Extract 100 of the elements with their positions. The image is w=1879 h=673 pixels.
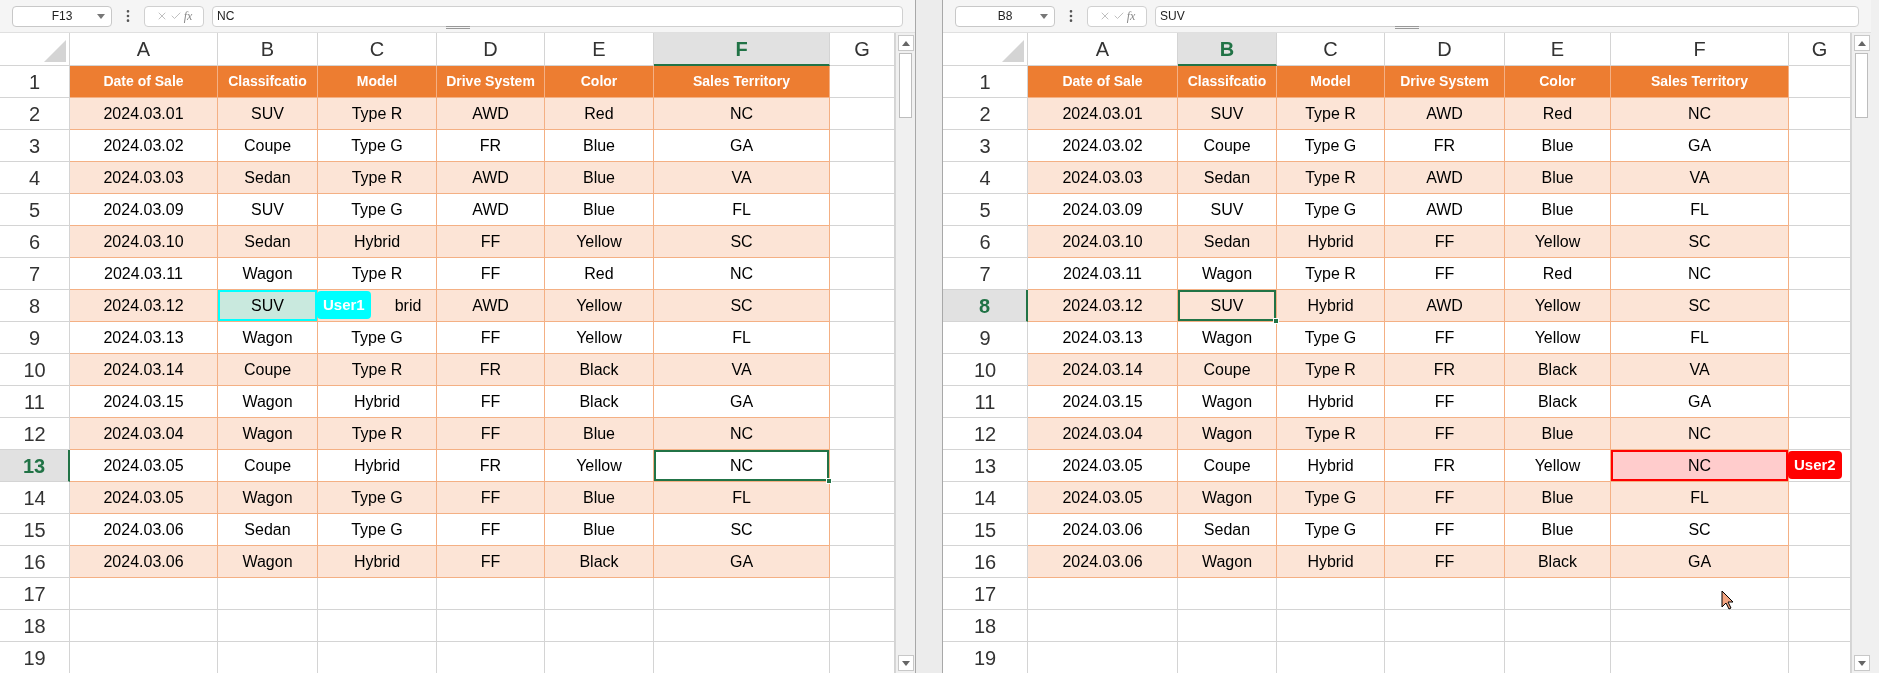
row-header[interactable]: 11 [943, 386, 1028, 418]
table-cell[interactable]: Hybrid [1277, 226, 1384, 257]
caret-icon[interactable] [97, 13, 105, 19]
table-cell[interactable]: Type G [1277, 482, 1384, 513]
name-box[interactable]: F13 [12, 5, 112, 27]
table-cell[interactable]: Hybrid [318, 386, 436, 417]
table-cell[interactable]: NC [1611, 418, 1788, 449]
table-cell[interactable]: 2024.03.05 [1028, 482, 1177, 513]
row-header[interactable]: 2 [0, 98, 70, 130]
check-icon[interactable] [1112, 10, 1125, 22]
table-cell[interactable]: GA [654, 386, 829, 417]
table-cell[interactable]: Hybrid [1277, 290, 1384, 321]
table-cell[interactable]: FF [437, 482, 544, 513]
table-cell[interactable]: Red [545, 98, 653, 129]
table-cell[interactable]: 2024.03.13 [70, 322, 217, 353]
table-cell[interactable]: Type R [318, 418, 436, 449]
table-cell[interactable]: Type R [1277, 354, 1384, 385]
table-cell[interactable]: FR [1385, 450, 1504, 481]
table-cell[interactable]: Type R [1277, 258, 1384, 289]
row-header[interactable]: 15 [0, 514, 70, 546]
table-cell[interactable]: SC [654, 514, 829, 545]
table-cell[interactable]: Blue [1505, 194, 1610, 225]
table-cell[interactable]: AWD [1385, 98, 1504, 129]
fill-handle[interactable] [1273, 318, 1279, 324]
row-header[interactable]: 8 [0, 290, 70, 322]
table-cell[interactable]: Wagon [218, 386, 317, 417]
table-cell[interactable]: Black [1505, 546, 1610, 577]
table-cell[interactable]: Hybrid [318, 450, 436, 481]
row-header[interactable]: 14 [0, 482, 70, 514]
table-cell[interactable]: Coupe [218, 130, 317, 161]
table-cell[interactable]: Wagon [218, 258, 317, 289]
scroll-up-button[interactable] [1853, 35, 1870, 51]
table-cell[interactable]: FF [437, 418, 544, 449]
table-cell[interactable]: Type G [318, 194, 436, 225]
table-cell[interactable]: FR [437, 450, 544, 481]
table-cell[interactable]: brid [380, 290, 436, 321]
table-cell[interactable]: Black [1505, 354, 1610, 385]
table-cell[interactable]: Blue [1505, 162, 1610, 193]
table-cell[interactable]: Coupe [1178, 450, 1276, 481]
scroll-down-button[interactable] [1853, 655, 1870, 671]
table-cell[interactable]: Red [545, 258, 653, 289]
table-cell[interactable]: 2024.03.04 [1028, 418, 1177, 449]
caret-icon[interactable] [1040, 13, 1048, 19]
table-cell[interactable]: GA [1611, 546, 1788, 577]
check-icon[interactable] [169, 10, 182, 22]
table-cell[interactable]: Type R [1277, 162, 1384, 193]
table-cell[interactable]: 2024.03.05 [70, 482, 217, 513]
row-header[interactable]: 7 [0, 258, 70, 290]
formula-field[interactable]: SUV [1155, 5, 1859, 27]
table-cell[interactable]: FL [1611, 482, 1788, 513]
row-header[interactable]: 16 [943, 546, 1028, 578]
row-header[interactable]: 16 [0, 546, 70, 578]
table-cell[interactable]: Yellow [545, 290, 653, 321]
table-cell[interactable]: Blue [1505, 514, 1610, 545]
table-cell[interactable]: 2024.03.14 [1028, 354, 1177, 385]
table-cell[interactable]: 2024.03.06 [1028, 514, 1177, 545]
table-cell[interactable]: Black [1505, 386, 1610, 417]
table-cell[interactable]: Blue [1505, 418, 1610, 449]
fill-handle[interactable] [826, 478, 832, 484]
table-cell[interactable]: Black [545, 386, 653, 417]
resize-grip-icon[interactable] [1395, 26, 1419, 29]
row-header[interactable]: 10 [0, 354, 70, 386]
table-cell[interactable]: 2024.03.03 [1028, 162, 1177, 193]
table-cell[interactable]: 2024.03.04 [70, 418, 217, 449]
row-header[interactable]: 12 [0, 418, 70, 450]
row-header[interactable]: 1 [0, 66, 70, 98]
table-cell[interactable]: Blue [545, 418, 653, 449]
table-cell[interactable]: Type G [1277, 322, 1384, 353]
table-cell[interactable]: 2024.03.10 [70, 226, 217, 257]
table-cell[interactable]: AWD [1385, 194, 1504, 225]
row-header[interactable]: 18 [0, 610, 70, 642]
table-cell[interactable]: GA [654, 130, 829, 161]
table-cell[interactable]: Sedan [1178, 162, 1276, 193]
table-cell[interactable]: Blue [545, 162, 653, 193]
table-cell[interactable]: FF [437, 226, 544, 257]
table-cell[interactable]: Coupe [218, 354, 317, 385]
row-header[interactable]: 9 [0, 322, 70, 354]
table-cell[interactable]: 2024.03.02 [70, 130, 217, 161]
table-cell[interactable]: Blue [545, 130, 653, 161]
table-cell[interactable]: Wagon [218, 322, 317, 353]
table-cell[interactable]: Type R [1277, 418, 1384, 449]
table-cell[interactable]: Yellow [545, 450, 653, 481]
row-header[interactable]: 7 [943, 258, 1028, 290]
table-cell[interactable]: Type G [318, 482, 436, 513]
table-cell[interactable]: 2024.03.11 [70, 258, 217, 289]
table-cell[interactable]: Wagon [218, 482, 317, 513]
table-cell[interactable]: Wagon [1178, 482, 1276, 513]
table-cell[interactable]: Yellow [1505, 322, 1610, 353]
table-cell[interactable]: FF [1385, 226, 1504, 257]
table-cell[interactable]: SUV [218, 290, 317, 321]
row-header[interactable]: 6 [943, 226, 1028, 258]
table-cell[interactable]: FL [1611, 194, 1788, 225]
row-header[interactable]: 13 [943, 450, 1028, 482]
table-cell[interactable]: 2024.03.15 [1028, 386, 1177, 417]
table-cell[interactable]: Wagon [1178, 386, 1276, 417]
function-button[interactable]: fx [183, 7, 193, 25]
table-cell[interactable]: Sedan [1178, 226, 1276, 257]
table-cell[interactable]: SUV [1178, 194, 1276, 225]
table-cell[interactable]: NC [1611, 258, 1788, 289]
table-cell[interactable]: Coupe [1178, 354, 1276, 385]
